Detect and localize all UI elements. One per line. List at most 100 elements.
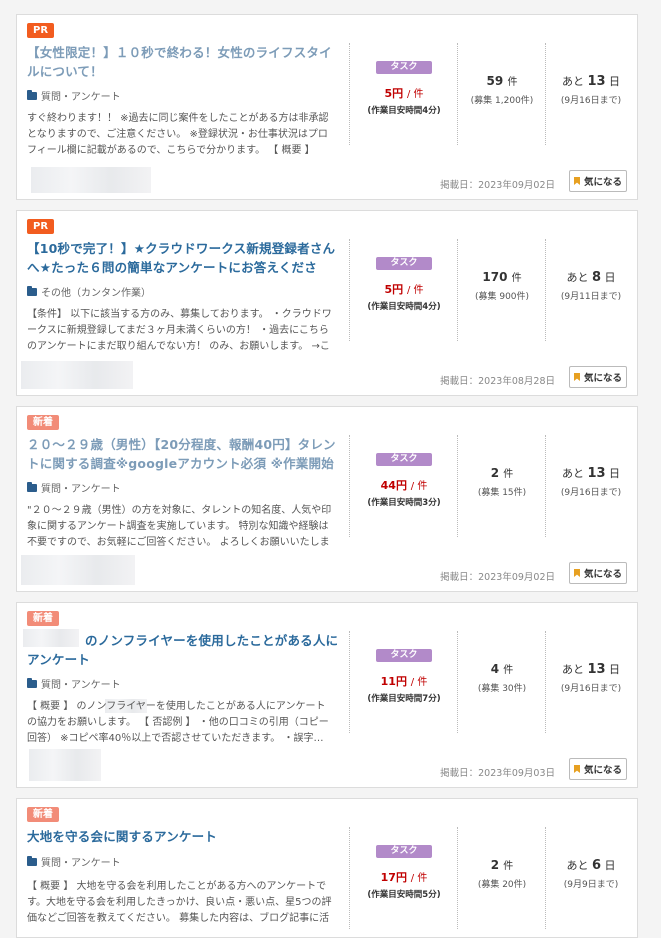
bookmark-icon (573, 373, 580, 381)
task-column: タスク 17円 / 件 (作業目安時間5分) (349, 827, 458, 929)
job-list: PR 【女性限定！】１０秒で終わる！女性のライフスタイルについて！ 質問・アンケ… (0, 0, 661, 938)
pr-badge: PR (27, 23, 55, 38)
remaining-days: あと 8 日 (566, 270, 616, 285)
bookmark-icon (573, 177, 580, 185)
bookmark-icon (573, 569, 580, 577)
recruit-count: (募集 20件) (477, 880, 527, 890)
new-badge: 新着 (27, 415, 59, 430)
folder-icon (27, 481, 37, 492)
count-column: 4 件 (募集 30件) (457, 631, 546, 733)
price: 17円 / 件 (380, 871, 428, 884)
category-link[interactable]: 質問・アンケート (27, 88, 121, 103)
job-title-link[interactable]: 【10秒で完了！】★クラウドワークス新規登録者さんへ★たった６問の簡単なアンケー… (27, 239, 342, 277)
bookmark-button[interactable]: 気になる (569, 366, 627, 388)
deadline-date: (9月11日まで) (560, 292, 622, 302)
job-title-link[interactable]: のノンフライヤーを使用したことがある人にアンケート (27, 631, 342, 669)
category-label: その他（カンタン作業） (41, 288, 151, 299)
category-label: 質問・アンケート (41, 92, 121, 103)
job-card: 新着 のノンフライヤーを使用したことがある人にアンケート 質問・アンケート 【 … (16, 602, 638, 788)
posted-date: 掲載日：2023年08月28日 (440, 376, 555, 387)
job-card: PR 【10秒で完了！】★クラウドワークス新規登録者さんへ★たった６問の簡単なア… (16, 210, 638, 396)
recruit-count: (募集 900件) (474, 292, 530, 302)
job-description: "２０～２９歳（男性）の方を対象に、タレントの知名度、人気や印象に関するアンケー… (27, 505, 332, 548)
task-column: タスク 11円 / 件 (作業目安時間7分) (349, 631, 458, 733)
count-column: 2 件 (募集 15件) (457, 435, 546, 537)
category-link[interactable]: その他（カンタン作業） (27, 284, 151, 299)
recruit-count: (募集 30件) (477, 684, 527, 694)
bookmark-button[interactable]: 気になる (569, 562, 627, 584)
job-title-link[interactable]: ２０～２９歳（男性）【20分程度、報酬40円】タレントに関する調査※google… (27, 435, 342, 473)
job-title-link[interactable]: 大地を守る会に関するアンケート (27, 827, 342, 846)
folder-icon (27, 855, 37, 866)
task-label: タスク (376, 257, 432, 270)
task-column: タスク 5円 / 件 (作業目安時間4分) (349, 239, 458, 341)
deadline-date: (9月16日まで) (560, 488, 622, 498)
work-time: (作業目安時間7分) (367, 694, 441, 704)
task-label: タスク (376, 61, 432, 74)
client-avatar-blurred (29, 749, 101, 781)
deadline-date: (9月16日まで) (560, 96, 622, 106)
job-description: 【 概要 】 のノンフライヤーを使用したことがある人にアンケートの協力をお願いし… (27, 701, 329, 744)
task-label: タスク (376, 649, 432, 662)
task-label: タスク (376, 453, 432, 466)
deadline-column: あと 13 日 (9月16日まで) (545, 631, 636, 733)
remaining-days: あと 13 日 (561, 74, 621, 89)
work-time: (作業目安時間3分) (367, 498, 441, 508)
category-link[interactable]: 質問・アンケート (27, 480, 121, 495)
count-column: 170 件 (募集 900件) (457, 239, 546, 341)
submission-count: 4 件 (490, 662, 514, 676)
bookmark-icon (573, 765, 580, 773)
job-description: 【条件】 以下に該当する方のみ、募集しております。 ・クラウドワークスに新規登録… (27, 309, 332, 352)
job-card: PR 【女性限定！】１０秒で終わる！女性のライフスタイルについて！ 質問・アンケ… (16, 14, 638, 200)
deadline-column: あと 8 日 (9月11日まで) (545, 239, 636, 341)
recruit-count: (募集 15件) (477, 488, 527, 498)
folder-icon (27, 677, 37, 688)
job-description: すぐ終わります！！ ※過去に同じ案件をしたことがある方は非承認となりますので、ご… (27, 113, 329, 156)
client-avatar-blurred (21, 361, 133, 389)
category-link[interactable]: 質問・アンケート (27, 854, 121, 869)
new-badge: 新着 (27, 807, 59, 822)
submission-count: 170 件 (482, 270, 522, 284)
work-time: (作業目安時間4分) (367, 302, 441, 312)
category-label: 質問・アンケート (41, 858, 121, 869)
category-label: 質問・アンケート (41, 484, 121, 495)
posted-date: 掲載日：2023年09月02日 (440, 572, 555, 583)
task-label: タスク (376, 845, 432, 858)
count-column: 2 件 (募集 20件) (457, 827, 546, 929)
job-description: 【 概要 】 大地を守る会を利用したことがある方へのアンケートです。大地を守る会… (27, 881, 332, 924)
bookmark-button[interactable]: 気になる (569, 170, 627, 192)
work-time: (作業目安時間5分) (367, 890, 441, 900)
posted-date: 掲載日：2023年09月03日 (440, 768, 555, 779)
recruit-count: (募集 1,200件) (470, 96, 534, 106)
folder-icon (27, 89, 37, 100)
client-avatar-blurred (21, 555, 135, 585)
price: 5円 / 件 (384, 87, 424, 100)
submission-count: 2 件 (490, 466, 514, 480)
price: 5円 / 件 (384, 283, 424, 296)
price: 11円 / 件 (380, 675, 428, 688)
category-label: 質問・アンケート (41, 680, 121, 691)
bookmark-button[interactable]: 気になる (569, 758, 627, 780)
new-badge: 新着 (27, 611, 59, 626)
job-card: 新着 ２０～２９歳（男性）【20分程度、報酬40円】タレントに関する調査※goo… (16, 406, 638, 592)
deadline-date: (9月9日まで) (563, 880, 619, 890)
price: 44円 / 件 (380, 479, 428, 492)
submission-count: 59 件 (486, 74, 518, 88)
remaining-days: あと 13 日 (561, 466, 621, 481)
remaining-days: あと 13 日 (561, 662, 621, 677)
pr-badge: PR (27, 219, 55, 234)
job-title-link[interactable]: 【女性限定！】１０秒で終わる！女性のライフスタイルについて！ (27, 43, 342, 81)
remaining-days: あと 6 日 (566, 858, 616, 873)
deadline-column: あと 13 日 (9月16日まで) (545, 435, 636, 537)
folder-icon (27, 285, 37, 296)
count-column: 59 件 (募集 1,200件) (457, 43, 546, 145)
job-card: 新着 大地を守る会に関するアンケート 質問・アンケート 【 概要 】 大地を守る… (16, 798, 638, 938)
posted-date: 掲載日：2023年09月02日 (440, 180, 555, 191)
task-column: タスク 44円 / 件 (作業目安時間3分) (349, 435, 458, 537)
deadline-date: (9月16日まで) (560, 684, 622, 694)
work-time: (作業目安時間4分) (367, 106, 441, 116)
deadline-column: あと 6 日 (9月9日まで) (545, 827, 636, 929)
client-avatar-blurred (31, 167, 151, 193)
category-link[interactable]: 質問・アンケート (27, 676, 121, 691)
task-column: タスク 5円 / 件 (作業目安時間4分) (349, 43, 458, 145)
